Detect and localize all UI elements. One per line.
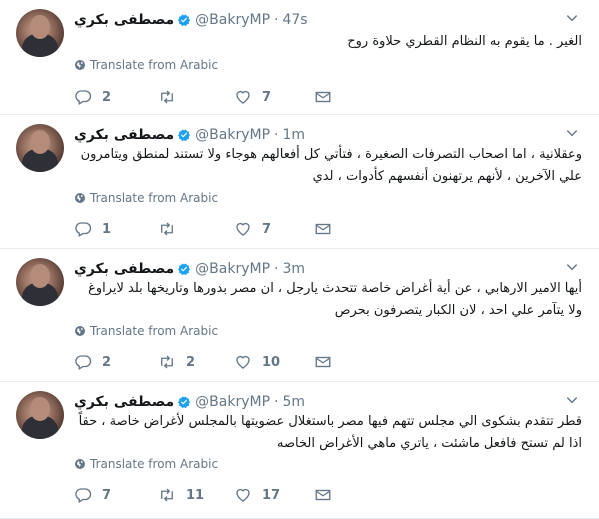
translate-link[interactable]: Translate from Arabic [74, 191, 218, 205]
reply-button[interactable]: 1 [74, 219, 111, 239]
tweet-header: مصطفى بكري @BakryMP · 1m [74, 125, 305, 145]
chevron-down-icon[interactable] [565, 126, 579, 140]
globe-icon [75, 60, 85, 70]
retweet-button[interactable]: 11 [158, 485, 204, 505]
like-button[interactable]: 17 [234, 485, 280, 505]
author-name[interactable]: مصطفى بكري [74, 127, 174, 143]
like-button[interactable]: 10 [234, 352, 280, 372]
avatar[interactable] [16, 9, 64, 57]
tweet[interactable]: مصطفى بكري @BakryMP · 47s الغير . ما يقو… [0, 0, 599, 115]
retweet-count: 11 [186, 487, 205, 503]
tweet-header: مصطفى بكري @BakryMP · 5m [74, 392, 305, 412]
chevron-down-icon[interactable] [565, 11, 579, 25]
direct-message-button[interactable] [314, 219, 342, 239]
reply-button[interactable]: 2 [74, 87, 111, 107]
verified-badge-icon [178, 129, 191, 142]
heart-icon [236, 90, 250, 104]
tweet-actions: 7 11 17 [74, 485, 344, 505]
author-handle[interactable]: @BakryMP [195, 12, 270, 28]
retweet-icon [161, 355, 173, 369]
envelope-icon [315, 223, 331, 235]
reply-icon [75, 90, 92, 105]
globe-icon [75, 326, 85, 336]
tweet-header: مصطفى بكري @BakryMP · 3m [74, 259, 305, 279]
direct-message-button[interactable] [314, 352, 342, 372]
separator-dot: · [274, 127, 279, 143]
retweet-icon [161, 488, 173, 502]
translate-link[interactable]: Translate from Arabic [74, 58, 218, 72]
retweet-icon [161, 90, 173, 104]
tweet-text: الغير . ما يقوم به النظام القطري حلاوة ر… [347, 34, 582, 49]
avatar[interactable] [16, 124, 64, 172]
separator-dot: · [274, 261, 279, 277]
tweet-timestamp[interactable]: 3m [282, 261, 305, 277]
reply-count: 2 [102, 354, 112, 370]
reply-icon [75, 222, 92, 237]
retweet-button[interactable] [158, 87, 186, 107]
author-name[interactable]: مصطفى بكري [74, 394, 174, 410]
author-handle[interactable]: @BakryMP [195, 127, 270, 143]
reply-button[interactable]: 2 [74, 352, 111, 372]
tweet[interactable]: مصطفى بكري @BakryMP · 1m وعقلانية ، اما … [0, 115, 599, 249]
like-count: 7 [262, 221, 272, 237]
tweet-text: وعقلانية ، اما اصحاب التصرفات الصغيرة ، … [80, 147, 582, 184]
like-count: 7 [262, 89, 272, 105]
author-handle[interactable]: @BakryMP [195, 394, 270, 410]
reply-icon [75, 488, 92, 503]
retweet-button[interactable]: 2 [158, 352, 195, 372]
tweet[interactable]: مصطفى بكري @BakryMP · 5m قطر تتقدم بشكوى… [0, 382, 599, 519]
translate-link[interactable]: Translate from Arabic [74, 457, 218, 471]
reply-button[interactable]: 7 [74, 485, 111, 505]
tweet-text: قطر تتقدم بشكوى الي مجلس تتهم فيها مصر ب… [78, 414, 582, 451]
translate-label: Translate from Arabic [90, 324, 219, 338]
heart-icon [236, 222, 250, 236]
tweet-text: أيها الامير الارهابي ، عن أية أغراض خاصة… [88, 281, 582, 318]
chevron-down-icon[interactable] [565, 260, 579, 274]
verified-badge-icon [178, 263, 191, 276]
globe-icon [75, 459, 85, 469]
reply-count: 1 [102, 221, 112, 237]
like-button[interactable]: 7 [234, 87, 271, 107]
heart-icon [236, 488, 250, 502]
tweet-timestamp[interactable]: 1m [282, 127, 305, 143]
reply-count: 7 [102, 487, 112, 503]
separator-dot: · [274, 394, 279, 410]
tweet-actions: 2 2 10 [74, 352, 344, 372]
verified-badge-icon [178, 14, 191, 27]
tweet-header: مصطفى بكري @BakryMP · 47s [74, 10, 308, 30]
retweet-icon [161, 222, 173, 236]
author-handle[interactable]: @BakryMP [195, 261, 270, 277]
author-name[interactable]: مصطفى بكري [74, 12, 174, 28]
like-button[interactable]: 7 [234, 219, 271, 239]
like-count: 17 [262, 487, 281, 503]
chevron-down-icon[interactable] [565, 393, 579, 407]
reply-count: 2 [102, 89, 112, 105]
globe-icon [75, 193, 85, 203]
direct-message-button[interactable] [314, 485, 342, 505]
tweet-timestamp[interactable]: 47s [282, 12, 307, 28]
heart-icon [236, 355, 250, 369]
retweet-count: 2 [186, 354, 196, 370]
translate-label: Translate from Arabic [90, 457, 219, 471]
tweet-timestamp[interactable]: 5m [282, 394, 305, 410]
like-count: 10 [262, 354, 281, 370]
tweet[interactable]: مصطفى بكري @BakryMP · 3m أيها الامير الا… [0, 249, 599, 382]
tweet-feed: مصطفى بكري @BakryMP · 47s الغير . ما يقو… [0, 0, 599, 519]
avatar[interactable] [16, 391, 64, 439]
translate-link[interactable]: Translate from Arabic [74, 324, 218, 338]
author-name[interactable]: مصطفى بكري [74, 261, 174, 277]
envelope-icon [315, 356, 331, 368]
avatar[interactable] [16, 258, 64, 306]
direct-message-button[interactable] [314, 87, 342, 107]
verified-badge-icon [178, 396, 191, 409]
retweet-button[interactable] [158, 219, 186, 239]
tweet-actions: 2 7 [74, 87, 344, 107]
tweet-actions: 1 7 [74, 219, 344, 239]
translate-label: Translate from Arabic [90, 58, 219, 72]
envelope-icon [315, 91, 331, 103]
reply-icon [75, 355, 92, 370]
translate-label: Translate from Arabic [90, 191, 219, 205]
separator-dot: · [274, 12, 279, 28]
envelope-icon [315, 489, 331, 501]
